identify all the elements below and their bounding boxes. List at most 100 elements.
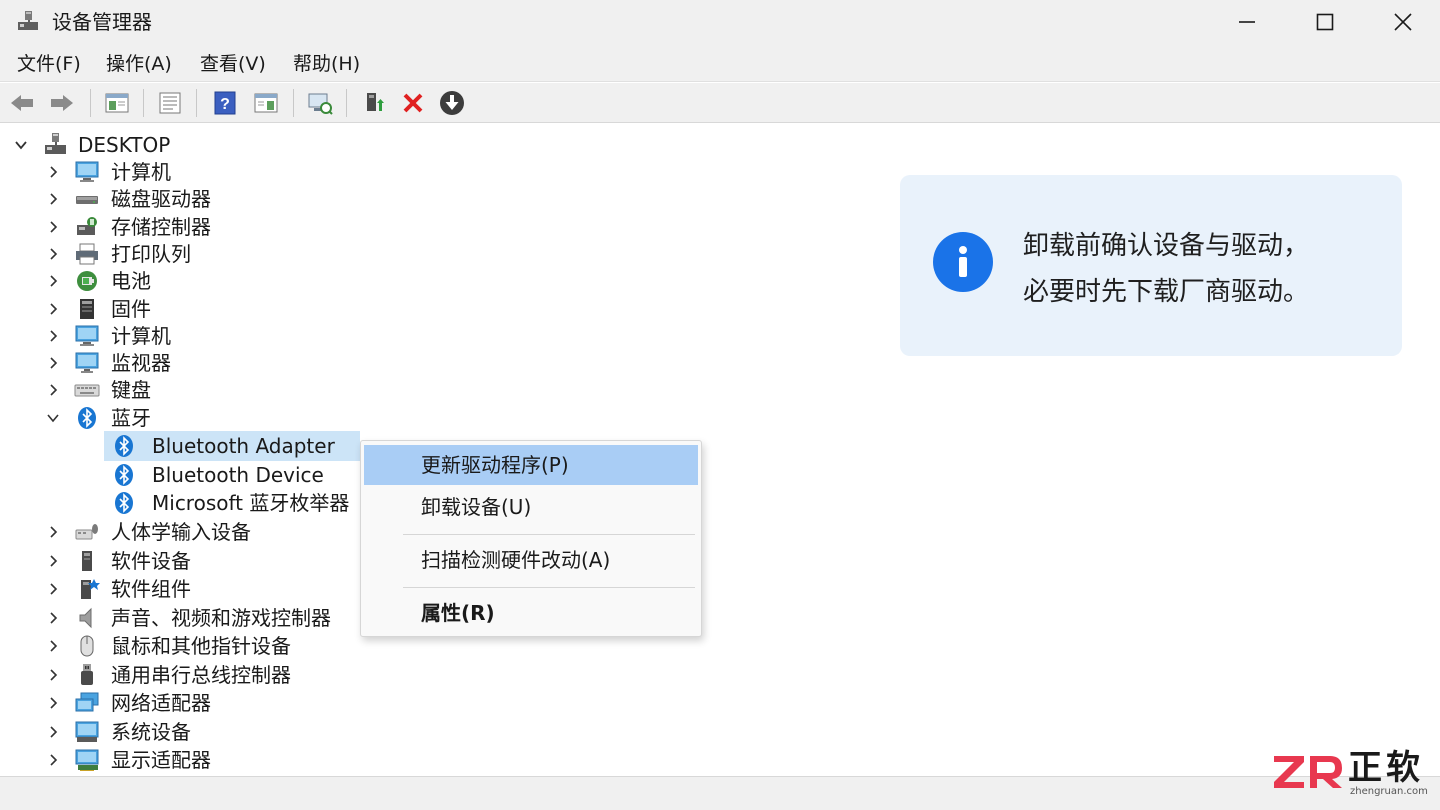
toolbar-separator (90, 89, 91, 117)
menu-action[interactable]: 操作(A) (106, 52, 172, 76)
forward-button[interactable] (48, 89, 76, 117)
tree-device-item[interactable]: Microsoft 蓝牙枚举器 (152, 490, 349, 516)
show-hide-tree-icon (105, 93, 129, 113)
show-hide-tree-button[interactable] (103, 89, 131, 117)
info-text-line-1: 卸载前确认设备与驱动， (1023, 231, 1310, 261)
menu-update-driver-label: 更新驱动程序(P) (421, 453, 569, 477)
tree-category-item[interactable]: 打印队列 (111, 241, 191, 267)
info-card: 卸载前确认设备与驱动， 必要时先下载厂商驱动。 (900, 175, 1402, 356)
menu-scan-hardware[interactable]: 扫描检测硬件改动(A) (364, 540, 698, 580)
chevron-right-icon[interactable] (46, 302, 60, 316)
tree-category-item[interactable]: 软件组件 (111, 576, 191, 602)
properties-icon (159, 92, 181, 114)
toolbar-separator (143, 89, 144, 117)
tree-category-item[interactable]: 网络适配器 (111, 690, 211, 716)
chevron-right-icon[interactable] (46, 274, 60, 288)
tree-category-item[interactable]: 鼠标和其他指针设备 (111, 633, 291, 659)
maximize-button[interactable] (1286, 0, 1364, 44)
tree-category-item[interactable]: 计算机 (111, 323, 171, 349)
chevron-right-icon[interactable] (46, 554, 60, 568)
chevron-right-icon[interactable] (46, 725, 60, 739)
menu-uninstall-device[interactable]: 卸载设备(U) (364, 487, 698, 527)
menu-separator (403, 534, 695, 535)
tree-category-item[interactable]: 监视器 (111, 350, 171, 376)
menu-uninstall-device-label: 卸载设备(U) (421, 495, 532, 519)
status-bar (0, 776, 1440, 810)
back-icon (11, 95, 33, 111)
properties-button[interactable] (156, 89, 184, 117)
chevron-right-icon[interactable] (46, 582, 60, 596)
tree-category-item[interactable]: 磁盘驱动器 (111, 186, 211, 212)
computer-icon (75, 161, 99, 182)
chevron-right-icon[interactable] (46, 525, 60, 539)
action-pane-icon (254, 93, 278, 113)
tree-category-item[interactable]: 软件设备 (111, 548, 191, 574)
chevron-right-icon[interactable] (46, 639, 60, 653)
menu-file[interactable]: 文件(F) (17, 52, 81, 76)
toolbar-separator (196, 89, 197, 117)
firmware-icon (80, 298, 94, 319)
tree-category-item[interactable]: 通用串行总线控制器 (111, 662, 291, 688)
battery-icon (77, 271, 97, 292)
tree-root-label[interactable]: DESKTOP (78, 132, 170, 158)
action-pane-button[interactable] (252, 89, 280, 117)
bluetooth-icon (115, 435, 133, 457)
chevron-down-icon[interactable] (46, 411, 60, 425)
tree-category-item[interactable]: 键盘 (111, 377, 151, 403)
maximize-icon (1316, 13, 1334, 31)
tree-category-item[interactable]: 蓝牙 (111, 405, 151, 431)
uninstall-icon (403, 93, 423, 113)
tree-category-item[interactable]: 固件 (111, 296, 151, 322)
chevron-right-icon[interactable] (46, 383, 60, 397)
chevron-right-icon[interactable] (46, 753, 60, 767)
menu-help[interactable]: 帮助(H) (293, 52, 360, 76)
chevron-right-icon[interactable] (46, 696, 60, 710)
bluetooth-icon (78, 406, 96, 429)
help-button[interactable]: ? (211, 89, 239, 117)
minimize-button[interactable] (1208, 0, 1286, 44)
menu-update-driver[interactable]: 更新驱动程序(P) (364, 445, 698, 485)
close-button[interactable] (1364, 0, 1440, 44)
tree-category-item[interactable]: 电池 (111, 268, 151, 294)
device-manager-icon (18, 11, 38, 30)
back-button[interactable] (8, 89, 36, 117)
context-menu: 更新驱动程序(P) 卸载设备(U) 扫描检测硬件改动(A) 属性(R) (360, 440, 702, 637)
menu-properties[interactable]: 属性(R) (364, 593, 698, 633)
uninstall-button[interactable] (399, 89, 427, 117)
tree-category-item[interactable]: 显示适配器 (111, 747, 211, 773)
chevron-right-icon[interactable] (46, 611, 60, 625)
system-device-icon (75, 721, 99, 742)
tree-category-item[interactable]: 计算机 (111, 159, 171, 185)
scan-hardware-button[interactable] (306, 89, 334, 117)
chevron-right-icon[interactable] (46, 247, 60, 261)
chevron-right-icon[interactable] (46, 220, 60, 234)
update-driver-icon (367, 93, 384, 111)
chevron-right-icon[interactable] (46, 165, 60, 179)
desktop-computer-icon (45, 133, 66, 154)
tree-category-item[interactable]: 声音、视频和游戏控制器 (111, 605, 331, 631)
toolbar-separator (293, 89, 294, 117)
tree-device-item[interactable]: Bluetooth Device (152, 462, 324, 488)
menu-properties-label: 属性(R) (421, 601, 495, 625)
chevron-right-icon[interactable] (46, 329, 60, 343)
chevron-right-icon[interactable] (46, 668, 60, 682)
menu-separator (403, 587, 695, 588)
download-button[interactable] (438, 89, 466, 117)
help-icon: ? (214, 91, 236, 115)
tree-device-item[interactable]: Bluetooth Adapter (152, 433, 335, 459)
software-component-icon (81, 579, 100, 599)
chevron-down-icon[interactable] (14, 138, 28, 152)
tree-category-item[interactable]: 人体学输入设备 (111, 519, 251, 545)
chevron-right-icon[interactable] (46, 192, 60, 206)
tree-category-item[interactable]: 存储控制器 (111, 214, 211, 240)
menu-bar: 文件(F) 操作(A) 查看(V) 帮助(H) (0, 44, 1440, 82)
scan-hardware-icon (308, 93, 333, 115)
storage-controller-icon (77, 216, 97, 235)
menu-view[interactable]: 查看(V) (200, 52, 266, 76)
chevron-right-icon[interactable] (46, 356, 60, 370)
usb-icon (81, 663, 93, 685)
update-driver-button[interactable] (360, 89, 388, 117)
minimize-icon (1239, 21, 1255, 23)
window-title: 设备管理器 (52, 10, 152, 34)
tree-category-item[interactable]: 系统设备 (111, 719, 191, 745)
